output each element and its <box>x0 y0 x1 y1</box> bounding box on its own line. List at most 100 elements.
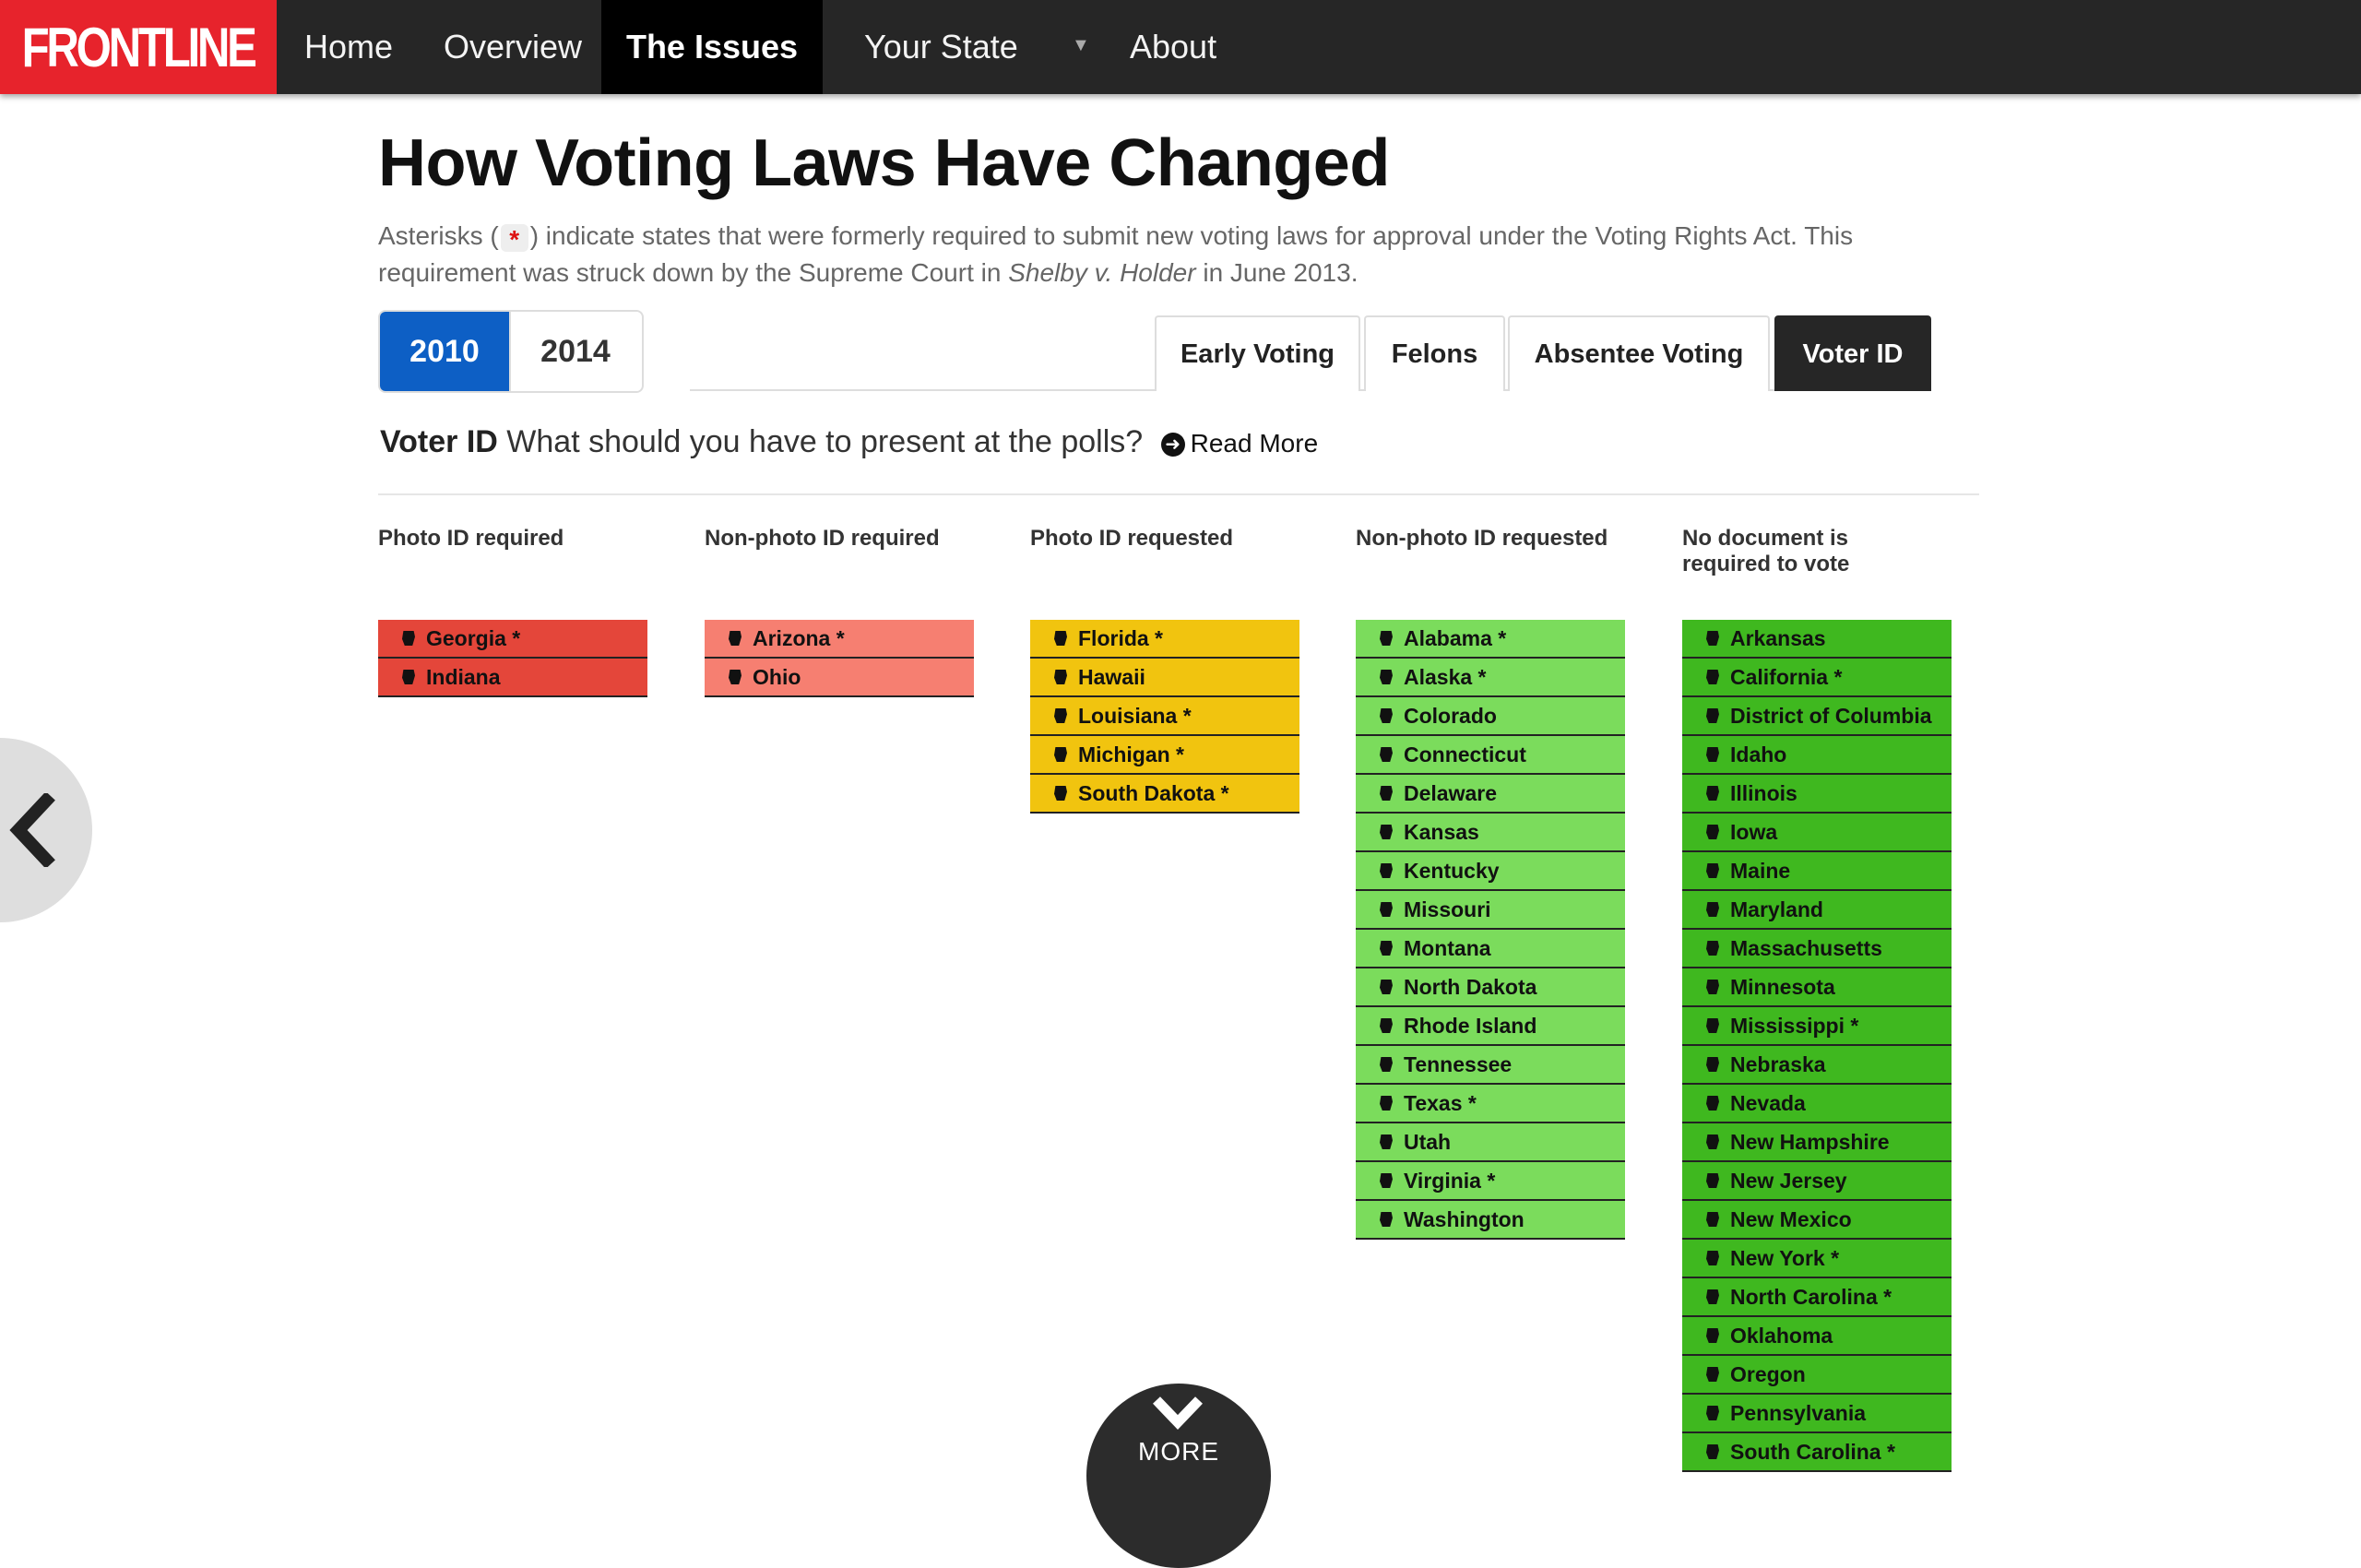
state-shape-icon <box>1380 786 1393 801</box>
intro-text: Asterisks (*) indicate states that were … <box>378 221 1854 287</box>
state-item[interactable]: Montana <box>1356 930 1625 968</box>
state-shape-icon <box>1706 631 1719 646</box>
state-name: Mississippi * <box>1730 1013 1859 1038</box>
state-shape-icon <box>1706 1444 1719 1459</box>
column-heading: Photo ID required <box>378 526 564 551</box>
state-shape-icon <box>402 670 415 684</box>
state-item[interactable]: Ohio <box>705 659 974 697</box>
state-item[interactable]: Missouri <box>1356 891 1625 930</box>
state-item[interactable]: Virginia * <box>1356 1162 1625 1201</box>
tab-absentee-voting[interactable]: Absentee Voting <box>1508 315 1770 391</box>
frontline-logo[interactable]: FRONTLINE <box>0 0 277 94</box>
nav-home[interactable]: Home <box>304 0 393 94</box>
state-item[interactable]: Alaska * <box>1356 659 1625 697</box>
state-item[interactable]: Rhode Island <box>1356 1007 1625 1046</box>
state-item[interactable]: Oregon <box>1682 1356 1952 1395</box>
state-item[interactable]: California * <box>1682 659 1952 697</box>
state-name: Alabama * <box>1404 625 1507 650</box>
state-name: Idaho <box>1730 742 1787 766</box>
state-item[interactable]: New Jersey <box>1682 1162 1952 1201</box>
state-name: Massachusetts <box>1730 935 1882 960</box>
state-item[interactable]: Indiana <box>378 659 647 697</box>
chevron-down-icon[interactable] <box>1151 1395 1204 1431</box>
state-item[interactable]: Iowa <box>1682 814 1952 852</box>
state-item[interactable]: Maine <box>1682 852 1952 891</box>
year-2014-button[interactable]: 2014 <box>509 312 640 391</box>
state-item[interactable]: Tennessee <box>1356 1046 1625 1085</box>
state-item[interactable]: Florida * <box>1030 620 1299 659</box>
column-no-document-required: No document is required to vote Arkansas… <box>1682 526 1952 1472</box>
state-item[interactable]: District of Columbia <box>1682 697 1952 736</box>
state-name: Indiana <box>426 664 501 689</box>
state-name: New York * <box>1730 1245 1840 1270</box>
state-list: Arkansas California * District of Columbia… <box>1682 620 1952 1472</box>
state-shape-icon <box>1380 747 1393 762</box>
state-item[interactable]: Hawaii <box>1030 659 1299 697</box>
state-item[interactable]: New Mexico <box>1682 1201 1952 1240</box>
state-shape-icon <box>1706 1406 1719 1420</box>
state-item[interactable]: Louisiana * <box>1030 697 1299 736</box>
read-more-link[interactable]: ➜ Read More <box>1160 429 1318 457</box>
state-shape-icon <box>1380 863 1393 878</box>
state-item[interactable]: New York * <box>1682 1240 1952 1278</box>
state-item[interactable]: South Dakota * <box>1030 775 1299 814</box>
state-item[interactable]: Maryland <box>1682 891 1952 930</box>
state-item[interactable]: New Hampshire <box>1682 1123 1952 1162</box>
state-item[interactable]: Nevada <box>1682 1085 1952 1123</box>
state-item[interactable]: Arizona * <box>705 620 974 659</box>
state-item[interactable]: Colorado <box>1356 697 1625 736</box>
state-shape-icon <box>729 670 742 684</box>
nav-overview[interactable]: Overview <box>444 0 582 94</box>
state-name: Louisiana * <box>1078 703 1192 728</box>
state-name: Florida * <box>1078 625 1164 650</box>
state-item[interactable]: Michigan * <box>1030 736 1299 775</box>
state-shape-icon <box>1054 670 1067 684</box>
state-item[interactable]: Illinois <box>1682 775 1952 814</box>
tab-felons[interactable]: Felons <box>1364 315 1505 391</box>
state-name: Utah <box>1404 1129 1452 1154</box>
chevron-left-icon[interactable] <box>9 793 55 867</box>
state-item[interactable]: Minnesota <box>1682 968 1952 1007</box>
state-shape-icon <box>1380 1134 1393 1149</box>
state-name: Nebraska <box>1730 1051 1826 1076</box>
state-item[interactable]: Nebraska <box>1682 1046 1952 1085</box>
column-non-photo-id-required: Non-photo ID required Arizona * Ohio <box>705 526 974 697</box>
state-item[interactable]: Washington <box>1356 1201 1625 1240</box>
state-item[interactable]: Mississippi * <box>1682 1007 1952 1046</box>
tab-voter-id[interactable]: Voter ID <box>1774 315 1931 391</box>
state-item[interactable]: North Dakota <box>1356 968 1625 1007</box>
more-label[interactable]: MORE <box>1086 1437 1271 1467</box>
state-item[interactable]: North Carolina * <box>1682 1278 1952 1317</box>
top-nav: FRONTLINE Home Overview The Issues Your … <box>0 0 2361 94</box>
column-photo-id-requested: Photo ID requested Florida * Hawaii Louisi… <box>1030 526 1299 814</box>
state-item[interactable]: Pennsylvania <box>1682 1395 1952 1433</box>
state-item[interactable]: Kansas <box>1356 814 1625 852</box>
state-name: Pennsylvania <box>1730 1400 1867 1425</box>
state-item[interactable]: Arkansas <box>1682 620 1952 659</box>
state-list: Florida * Hawaii Louisiana * Michigan * Sout… <box>1030 620 1299 814</box>
state-item[interactable]: Kentucky <box>1356 852 1625 891</box>
state-name: Colorado <box>1404 703 1497 728</box>
arrow-circle-icon: ➜ <box>1160 433 1185 457</box>
state-shape-icon <box>1380 1057 1393 1072</box>
state-item[interactable]: Utah <box>1356 1123 1625 1162</box>
state-item[interactable]: Alabama * <box>1356 620 1625 659</box>
state-item[interactable]: Oklahoma <box>1682 1317 1952 1356</box>
nav-about[interactable]: About <box>1130 0 1216 94</box>
state-item[interactable]: Massachusetts <box>1682 930 1952 968</box>
state-shape-icon <box>1706 863 1719 878</box>
state-item[interactable]: Texas * <box>1356 1085 1625 1123</box>
nav-your-state[interactable]: Your State <box>864 0 1018 94</box>
year-2010-button[interactable]: 2010 <box>380 312 509 391</box>
state-name: Maine <box>1730 858 1791 883</box>
chevron-down-icon[interactable]: ▼ <box>1072 35 1090 56</box>
state-item[interactable]: Delaware <box>1356 775 1625 814</box>
state-item[interactable]: Idaho <box>1682 736 1952 775</box>
state-item[interactable]: Georgia * <box>378 620 647 659</box>
nav-the-issues[interactable]: The Issues <box>601 0 823 94</box>
state-item[interactable]: Connecticut <box>1356 736 1625 775</box>
state-shape-icon <box>1380 941 1393 956</box>
state-item[interactable]: South Carolina * <box>1682 1433 1952 1472</box>
state-name: Alaska * <box>1404 664 1487 689</box>
tab-early-voting[interactable]: Early Voting <box>1155 315 1360 391</box>
